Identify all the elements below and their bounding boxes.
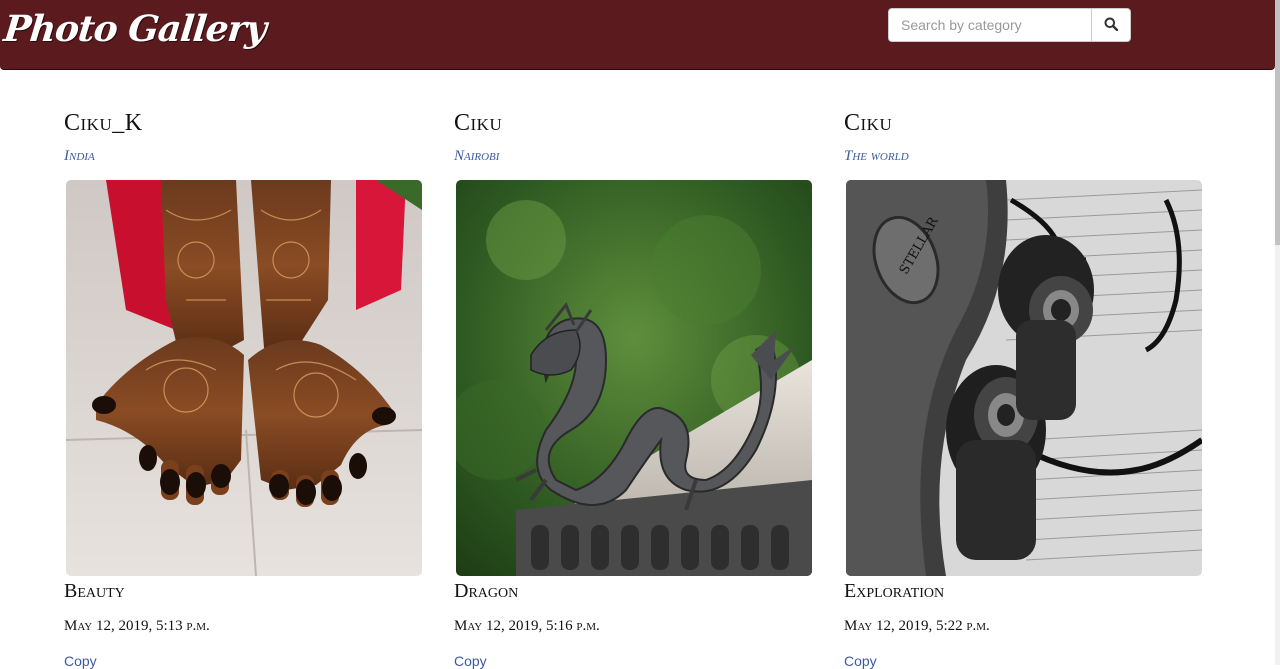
photo-image-henna-hands[interactable]	[66, 180, 422, 576]
brand-logo[interactable]: Photo Gallery	[2, 8, 268, 50]
card-username: Ciku	[844, 110, 893, 136]
card-date: May 12, 2019, 5:13 p.m.	[64, 618, 210, 634]
card-date: May 12, 2019, 5:16 p.m.	[454, 618, 600, 634]
card-username: Ciku_K	[64, 110, 143, 136]
top-navbar: Photo Gallery	[0, 0, 1275, 70]
photo-image-binoculars[interactable]: STELLAR	[846, 180, 1202, 576]
copy-link[interactable]: Copy	[844, 653, 877, 669]
search-form	[888, 8, 1131, 42]
card-username: Ciku	[454, 110, 503, 136]
vertical-scrollbar[interactable]	[1275, 0, 1280, 665]
card-location: India	[64, 148, 95, 164]
card-category: Exploration	[844, 580, 945, 602]
copy-link[interactable]: Copy	[454, 653, 487, 669]
copy-link[interactable]: Copy	[64, 653, 97, 669]
search-button[interactable]	[1091, 8, 1131, 42]
card-location: Nairobi	[454, 148, 500, 164]
search-icon	[1104, 17, 1119, 34]
card-location: The world	[844, 148, 909, 164]
card-category: Dragon	[454, 580, 519, 602]
card-date: May 12, 2019, 5:22 p.m.	[844, 618, 990, 634]
card-category: Beauty	[64, 580, 125, 602]
search-input[interactable]	[888, 8, 1091, 42]
scrollbar-thumb[interactable]	[1275, 0, 1280, 245]
photo-image-dragon[interactable]	[456, 180, 812, 576]
